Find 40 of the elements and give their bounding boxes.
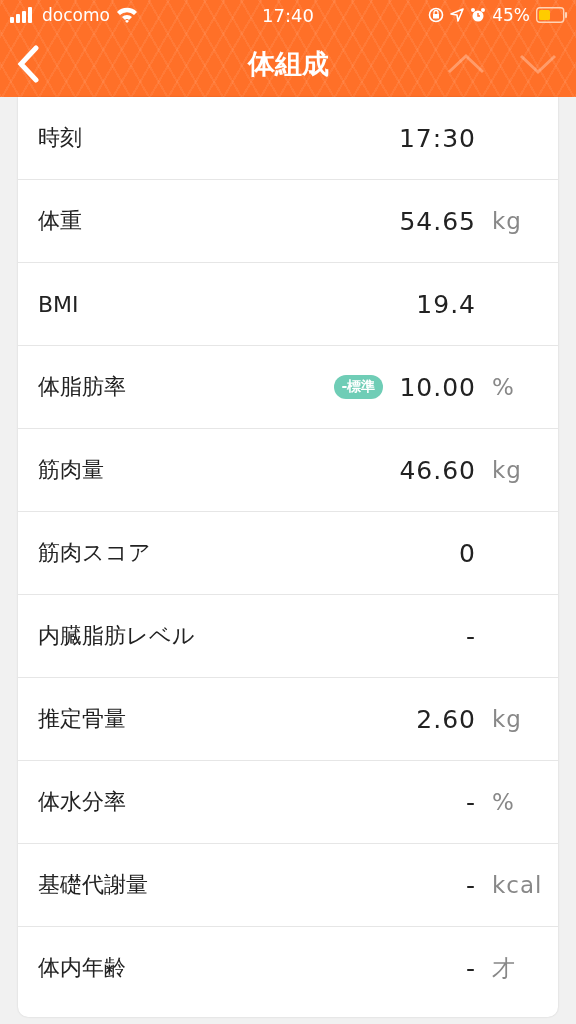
row-value: - bbox=[465, 953, 476, 983]
unit-label: kg bbox=[492, 208, 522, 234]
row-label: 体脂肪率 bbox=[38, 373, 127, 401]
battery-icon bbox=[536, 7, 568, 23]
row-value: 46.60 bbox=[399, 455, 476, 485]
unit-label: % bbox=[492, 374, 515, 400]
page-title: 体組成 bbox=[246, 46, 330, 81]
row-value: 17:30 bbox=[398, 123, 476, 153]
row-value: 0 bbox=[459, 538, 476, 568]
rotation-lock-icon bbox=[428, 7, 445, 23]
row-value: 2.60 bbox=[416, 704, 476, 734]
row-label: 基礎代謝量 bbox=[38, 871, 149, 899]
unit-label: 才 bbox=[492, 954, 516, 981]
row-label: 体内年齢 bbox=[38, 954, 127, 982]
clock-time: 17:40 bbox=[261, 4, 315, 26]
wifi-icon bbox=[115, 7, 138, 23]
unit-label: kcal bbox=[492, 872, 543, 898]
row-value: 54.65 bbox=[399, 206, 476, 236]
battery-percent: 45% bbox=[492, 5, 530, 25]
location-arrow-icon bbox=[450, 8, 465, 22]
row-value: - bbox=[465, 621, 476, 651]
carrier-name: docomo bbox=[42, 5, 110, 25]
back-button[interactable] bbox=[16, 44, 40, 83]
row-label: 体水分率 bbox=[38, 788, 127, 816]
unit-label: kg bbox=[492, 706, 522, 732]
row-label: BMI bbox=[38, 291, 80, 317]
unit-label: kg bbox=[492, 457, 522, 483]
row-value: 19.4 bbox=[416, 289, 476, 319]
row-value: - bbox=[465, 787, 476, 817]
row-label: 筋肉スコア bbox=[38, 539, 152, 567]
unit-label: % bbox=[492, 789, 515, 815]
row-label: 筋肉量 bbox=[38, 456, 105, 484]
row-label: 時刻 bbox=[38, 124, 83, 152]
row-label: 体重 bbox=[38, 207, 83, 235]
row-value: 10.00 bbox=[399, 372, 476, 402]
alarm-clock-icon bbox=[470, 7, 487, 23]
status-badge: -標準 bbox=[333, 375, 384, 399]
row-label: 推定骨量 bbox=[38, 705, 127, 733]
row-label: 内臓脂肪レベル bbox=[38, 622, 196, 650]
row-value: - bbox=[465, 870, 476, 900]
